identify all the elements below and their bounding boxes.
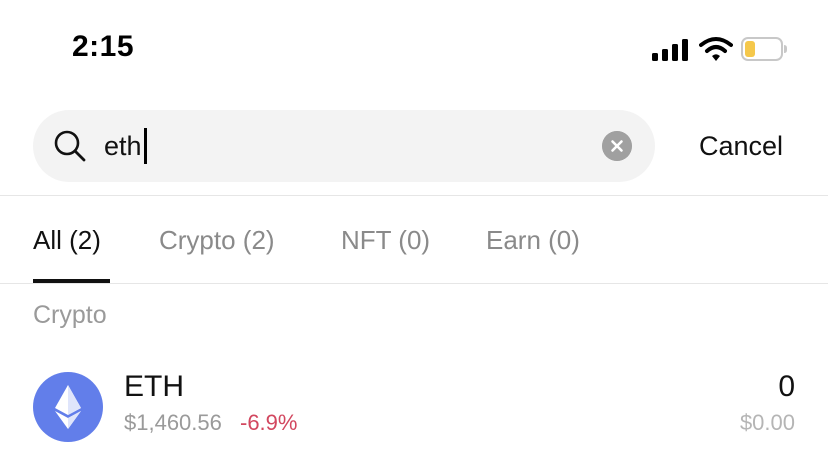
tabs-divider [0, 283, 828, 284]
asset-fiat-value: $0.00 [739, 410, 795, 435]
text-cursor [144, 128, 147, 164]
asset-symbol: ETH [124, 370, 184, 403]
status-time: 2:15 [72, 30, 135, 63]
cellular-signal-icon [652, 39, 690, 61]
search-input[interactable] [104, 124, 584, 168]
header-divider [0, 195, 828, 196]
asset-price: $1,460.56 [124, 410, 222, 435]
ethereum-logo-icon [33, 372, 103, 442]
section-label-crypto: Crypto [33, 301, 107, 329]
asset-balance: 0 [778, 370, 795, 403]
tab-nft[interactable]: NFT (0) [341, 222, 430, 258]
cancel-button[interactable]: Cancel [699, 128, 783, 164]
tab-earn[interactable]: Earn (0) [486, 222, 580, 258]
list-item-eth[interactable]: ETH $1,460.56 -6.9% 0 $0.00 [0, 362, 828, 462]
tab-crypto[interactable]: Crypto (2) [159, 222, 275, 258]
search-screen: 2:15 Cancel All (2) Crypto (2) NFT (0) E… [0, 0, 828, 468]
search-icon [54, 130, 86, 162]
battery-icon [741, 37, 787, 61]
tab-all[interactable]: All (2) [33, 222, 101, 258]
clear-icon[interactable] [602, 131, 632, 161]
wifi-icon [699, 37, 733, 61]
search-bar [33, 110, 655, 182]
asset-change: -6.9% [240, 410, 298, 435]
